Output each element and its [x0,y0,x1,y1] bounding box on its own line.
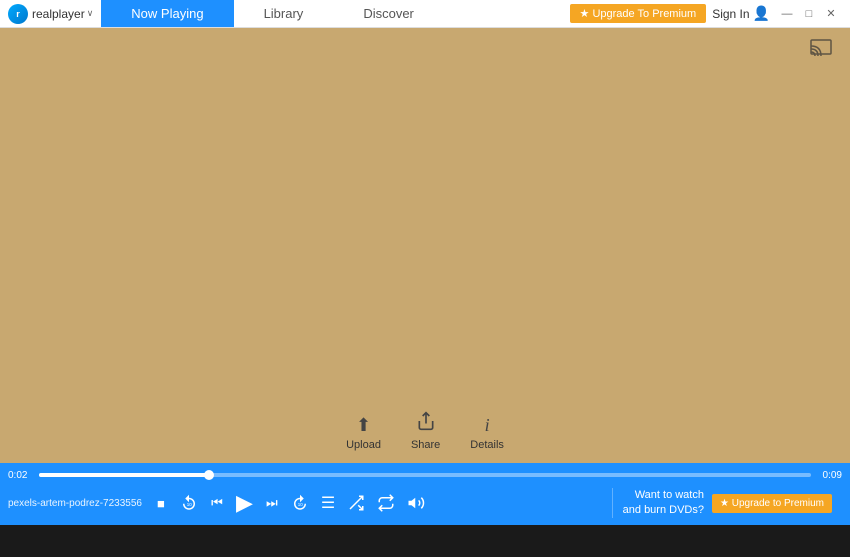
video-controls-overlay: ⬆ Upload Share i Details [0,403,850,463]
svg-text:10: 10 [298,502,304,507]
repeat-button[interactable] [373,492,399,514]
video-canvas [0,28,850,463]
upload-icon: ⬆ [356,415,371,436]
forward10-button[interactable]: 10 [287,492,313,514]
details-icon: i [485,415,490,436]
video-area: ⬆ Upload Share i Details [0,28,850,463]
playback-bar: 0:02 0:09 pexels-artem-podrez-7233556 ■ … [0,463,850,525]
titlebar: r realplayer ∨ Now Playing Library Disco… [0,0,850,28]
share-button[interactable]: Share [411,411,440,451]
signin-label: Sign In [712,7,749,21]
user-icon: 👤 [753,5,770,22]
upgrade-to-premium-button[interactable]: ★ Upgrade To Premium [570,4,707,23]
end-time: 0:09 [817,470,842,481]
next-track-button[interactable]: ⏭ [261,493,283,513]
maximize-button[interactable]: □ [798,3,820,25]
upload-label: Upload [346,439,381,451]
details-label: Details [470,439,504,451]
upgrade-to-premium-dvd-button[interactable]: ★ Upgrade to Premium [712,494,832,513]
share-icon [416,411,436,436]
playlist-button[interactable]: ☰ [317,491,339,515]
prev-track-button[interactable]: ⏮ [206,493,228,513]
shuffle-button[interactable] [343,492,369,514]
window-controls: — □ ✕ [776,3,842,25]
progress-section: 0:02 0:09 [0,463,850,483]
current-time: 0:02 [8,470,33,481]
play-button[interactable]: ▶ [232,488,257,518]
details-button[interactable]: i Details [470,415,504,451]
controls-row: pexels-artem-podrez-7233556 ■ 10 ⏮ ▶ ⏭ 1… [0,483,850,523]
progress-track[interactable] [39,473,811,477]
rewind10-button[interactable]: 10 [176,492,202,514]
realplayer-logo-icon: r [8,4,28,24]
logo-text: realplayer [32,7,85,21]
progress-thumb[interactable] [204,470,214,480]
close-button[interactable]: ✕ [820,3,842,25]
svg-text:10: 10 [187,502,193,507]
tab-now-playing[interactable]: Now Playing [101,0,233,27]
tab-discover[interactable]: Discover [333,0,444,27]
stop-button[interactable]: ■ [150,494,172,513]
tab-library[interactable]: Library [234,0,334,27]
share-label: Share [411,439,440,451]
upgrade-dvd-banner: Want to watchand burn DVDs? ★ Upgrade to… [612,488,842,519]
progress-fill [39,473,209,477]
sign-in-button[interactable]: Sign In 👤 [712,5,770,22]
cast-icon[interactable] [810,38,836,58]
upgrade-banner-text: Want to watchand burn DVDs? [623,488,704,519]
upload-button[interactable]: ⬆ Upload [346,415,381,451]
titlebar-right: ★ Upgrade To Premium Sign In 👤 — □ ✕ [562,3,850,25]
minimize-button[interactable]: — [776,3,798,25]
filename: pexels-artem-podrez-7233556 [8,498,142,509]
logo-area[interactable]: r realplayer ∨ [0,4,101,24]
volume-button[interactable] [403,492,429,514]
logo-chevron-icon[interactable]: ∨ [87,8,94,19]
nav-tabs: Now Playing Library Discover [101,0,561,27]
